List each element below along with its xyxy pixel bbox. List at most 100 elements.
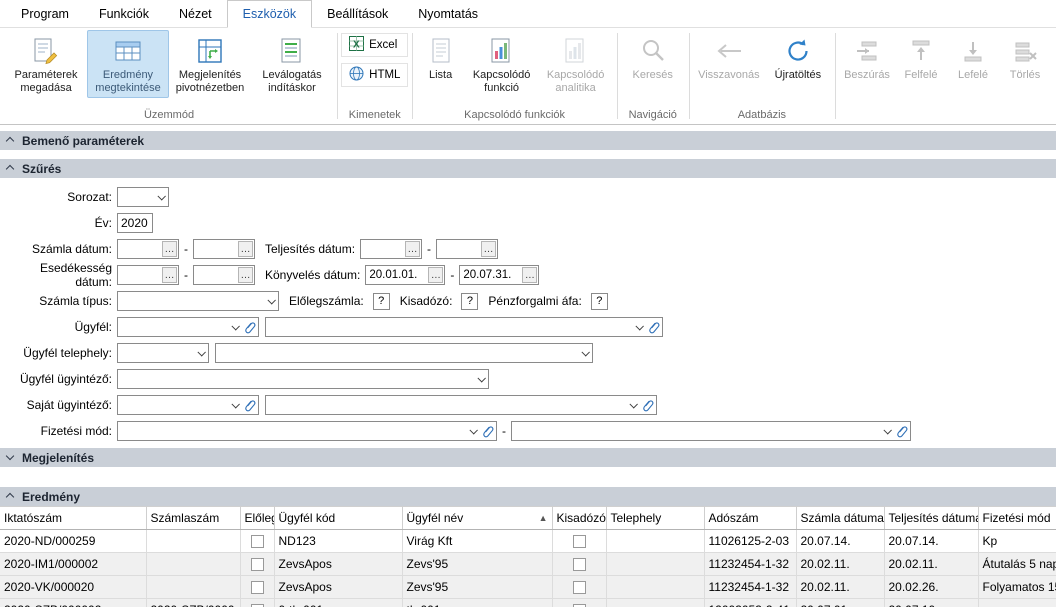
menu-nezet[interactable]: Nézet bbox=[164, 0, 227, 27]
kisadozo-checkbox[interactable] bbox=[573, 558, 586, 571]
table-row[interactable]: 2020-IM1/000002 ZevsApos Zevs'95 1123245… bbox=[0, 553, 1056, 576]
telephely-name-select[interactable] bbox=[215, 343, 593, 363]
fizetesi-mod-to-select[interactable] bbox=[511, 421, 911, 441]
col-fizetesi-mod[interactable]: Fizetési mód bbox=[978, 507, 1056, 530]
result-view-button[interactable]: Eredmény megtekintése bbox=[87, 30, 169, 98]
table-row[interactable]: 2020-VK/000020 ZevsApos Zevs'95 11232454… bbox=[0, 576, 1056, 599]
szamla-datum-to-input[interactable]: … bbox=[193, 239, 255, 259]
col-kisadozo[interactable]: Kisadózó bbox=[552, 507, 606, 530]
esedekesseg-datum-to-input[interactable]: … bbox=[193, 265, 255, 285]
section-result[interactable]: Eredmény bbox=[0, 487, 1056, 506]
date-picker-button[interactable]: … bbox=[238, 267, 253, 283]
related-analytics-icon bbox=[562, 35, 590, 67]
menu-program[interactable]: Program bbox=[6, 0, 84, 27]
col-telephely[interactable]: Telephely bbox=[606, 507, 704, 530]
eloleg-checkbox[interactable] bbox=[251, 581, 264, 594]
col-szamla-datuma[interactable]: Számla dátuma bbox=[796, 507, 884, 530]
section-filter-label: Szűrés bbox=[22, 162, 61, 176]
insert-label: Beszúrás bbox=[844, 69, 890, 82]
cell-teljesites-datuma: 20.02.26. bbox=[884, 576, 978, 599]
section-filter[interactable]: Szűrés bbox=[0, 159, 1056, 178]
telephely-code-select[interactable] bbox=[117, 343, 209, 363]
szamla-tipus-select[interactable] bbox=[117, 291, 279, 311]
teljesites-datum-from-input[interactable]: … bbox=[360, 239, 422, 259]
date-picker-button[interactable]: … bbox=[522, 267, 537, 283]
list-button[interactable]: Lista bbox=[417, 30, 465, 85]
date-picker-button[interactable]: … bbox=[405, 241, 420, 257]
elolegszamla-label: Előlegszámla: bbox=[289, 294, 364, 308]
szamla-datum-from-input[interactable]: … bbox=[117, 239, 179, 259]
table-row[interactable]: 2020-SZB/000002 2020-SZB/0000 0-th-001 t… bbox=[0, 599, 1056, 607]
related-analytics-button[interactable]: Kapcsolódó analitika bbox=[539, 30, 613, 98]
sajat-ugyintezo-name-select[interactable] bbox=[265, 395, 657, 415]
related-function-button[interactable]: Kapcsolódó funkció bbox=[465, 30, 539, 98]
kisadozo-tristate-checkbox[interactable]: ? bbox=[461, 293, 478, 310]
delete-button[interactable]: Törlés bbox=[999, 30, 1051, 85]
pivot-view-label: Megjelenítés pivotnézetben bbox=[172, 69, 248, 95]
cell-ugyfel-kod: ND123 bbox=[274, 530, 402, 553]
col-szamlaszam[interactable]: Számlaszám bbox=[146, 507, 240, 530]
col-eloleg[interactable]: Előleg bbox=[240, 507, 274, 530]
move-down-button[interactable]: Lefelé bbox=[947, 30, 999, 85]
date-picker-button[interactable]: … bbox=[481, 241, 496, 257]
eloleg-checkbox[interactable] bbox=[251, 558, 264, 571]
paperclip-icon[interactable] bbox=[242, 396, 258, 414]
move-up-button[interactable]: Felfelé bbox=[895, 30, 947, 85]
section-result-label: Eredmény bbox=[22, 490, 80, 504]
kisadozo-checkbox[interactable] bbox=[573, 535, 586, 548]
cell-fizetesi-mod: Kp bbox=[978, 530, 1056, 553]
paperclip-icon[interactable] bbox=[640, 396, 656, 414]
konyveles-datum-from-input[interactable]: 20.01.01.… bbox=[365, 265, 445, 285]
parameters-button[interactable]: Paraméterek megadása bbox=[5, 30, 87, 98]
paperclip-icon[interactable] bbox=[894, 422, 910, 440]
ugyfel-code-select[interactable] bbox=[117, 317, 259, 337]
sort-asc-icon: ▲ bbox=[539, 513, 548, 523]
date-picker-button[interactable]: … bbox=[162, 267, 177, 283]
date-picker-button[interactable]: … bbox=[428, 267, 443, 283]
ev-input[interactable] bbox=[117, 213, 153, 233]
menu-funkciok[interactable]: Funkciók bbox=[84, 0, 164, 27]
excel-export-button[interactable]: X Excel bbox=[341, 33, 408, 57]
eloleg-checkbox[interactable] bbox=[251, 535, 264, 548]
menu-nyomtatas[interactable]: Nyomtatás bbox=[403, 0, 493, 27]
col-teljesites-datuma[interactable]: Teljesítés dátuma bbox=[884, 507, 978, 530]
insert-button[interactable]: Beszúrás bbox=[839, 30, 895, 85]
refresh-button[interactable]: Újratöltés bbox=[765, 30, 831, 85]
konyveles-datum-to-input[interactable]: 20.07.31.… bbox=[459, 265, 539, 285]
teljesites-datum-to-input[interactable]: … bbox=[436, 239, 498, 259]
fizetesi-mod-label: Fizetési mód: bbox=[0, 424, 112, 438]
paperclip-icon[interactable] bbox=[480, 422, 496, 440]
pivot-view-button[interactable]: Megjelenítés pivotnézetben bbox=[169, 30, 251, 98]
paperclip-icon[interactable] bbox=[242, 318, 258, 336]
section-input-parameters[interactable]: Bemenő paraméterek bbox=[0, 131, 1056, 150]
section-display[interactable]: Megjelenítés bbox=[0, 448, 1056, 467]
ugyfel-ugyintezo-select[interactable] bbox=[117, 369, 489, 389]
selection-at-start-button[interactable]: Leválogatás indításkor bbox=[251, 30, 333, 98]
col-iktatoszam[interactable]: Iktatószám bbox=[0, 507, 146, 530]
undo-button[interactable]: Visszavonás bbox=[693, 30, 765, 85]
col-ugyfel-nev[interactable]: ▲Ügyfél név bbox=[402, 507, 552, 530]
refresh-icon bbox=[785, 35, 811, 67]
search-button[interactable]: Keresés bbox=[621, 30, 685, 85]
ugyfel-name-select[interactable] bbox=[265, 317, 663, 337]
fizetesi-mod-from-select[interactable] bbox=[117, 421, 497, 441]
ribbon-group-adatbazis: Visszavonás Újratöltés Adatbázis bbox=[690, 28, 834, 124]
kisadozo-checkbox[interactable] bbox=[573, 581, 586, 594]
esedekesseg-datum-from-input[interactable]: … bbox=[117, 265, 179, 285]
table-row[interactable]: 2020-ND/000259 ND123 Virág Kft 11026125-… bbox=[0, 530, 1056, 553]
sorozat-select[interactable] bbox=[117, 187, 169, 207]
penzforgalmi-afa-tristate-checkbox[interactable]: ? bbox=[591, 293, 608, 310]
menu-beallitasok[interactable]: Beállítások bbox=[312, 0, 403, 27]
paperclip-icon[interactable] bbox=[646, 318, 662, 336]
expand-icon bbox=[6, 453, 15, 462]
date-picker-button[interactable]: … bbox=[238, 241, 253, 257]
html-icon bbox=[349, 66, 364, 84]
col-adoszam[interactable]: Adószám bbox=[704, 507, 796, 530]
elolegszamla-tristate-checkbox[interactable]: ? bbox=[373, 293, 390, 310]
html-export-button[interactable]: HTML bbox=[341, 63, 408, 87]
section-input-parameters-label: Bemenő paraméterek bbox=[22, 134, 144, 148]
col-ugyfel-kod[interactable]: Ügyfél kód bbox=[274, 507, 402, 530]
date-picker-button[interactable]: … bbox=[162, 241, 177, 257]
sajat-ugyintezo-code-select[interactable] bbox=[117, 395, 259, 415]
menu-eszkozok[interactable]: Eszközök bbox=[227, 0, 313, 28]
